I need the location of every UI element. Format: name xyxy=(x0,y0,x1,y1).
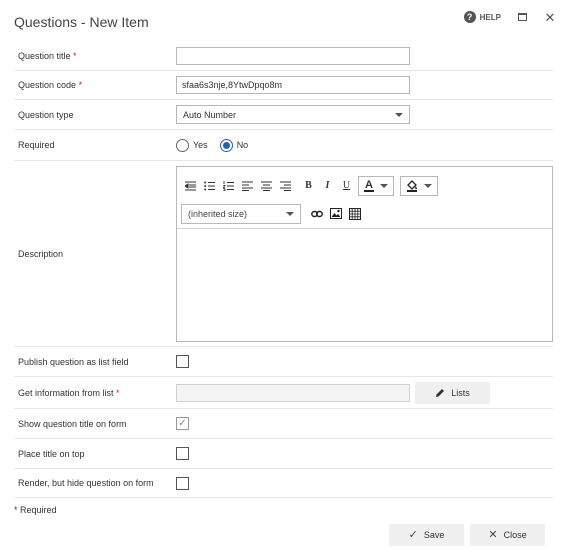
save-button-label: Save xyxy=(423,530,445,540)
font-size-select[interactable]: (inherited size) xyxy=(181,203,301,224)
get-info-from-list-label: Get information from list * xyxy=(18,387,120,398)
maximize-button[interactable] xyxy=(515,10,529,24)
image-icon xyxy=(329,208,342,219)
description-editor: B I U A (inherited size) xyxy=(176,165,553,342)
lists-button[interactable]: Lists xyxy=(415,381,490,404)
lists-button-label: Lists xyxy=(451,387,470,398)
get-info-from-list-input xyxy=(176,383,410,402)
item-form: Question title * Question code * Questio… xyxy=(14,42,553,498)
font-color-button[interactable]: A xyxy=(358,175,394,196)
save-button[interactable]: ✓ Save xyxy=(389,524,464,546)
close-dialog-button[interactable]: ✕ xyxy=(543,10,557,24)
place-title-on-top-checkbox[interactable] xyxy=(176,447,189,460)
close-button[interactable]: ✕ Close xyxy=(470,524,545,546)
question-type-value: Auto Number xyxy=(183,109,237,120)
align-left-button[interactable] xyxy=(240,178,255,193)
maximize-icon xyxy=(517,13,527,21)
insert-table-button[interactable] xyxy=(347,206,362,221)
question-title-input[interactable] xyxy=(176,47,410,65)
required-mark: * xyxy=(116,387,120,398)
font-size-value: (inherited size) xyxy=(188,208,248,219)
required-yes-radio[interactable]: Yes xyxy=(176,138,208,152)
question-title-row: Question title * xyxy=(14,42,553,71)
dialog-title: Questions - New Item xyxy=(14,14,149,30)
required-note: * Required xyxy=(14,505,57,515)
required-row: Required Yes No xyxy=(14,130,553,161)
bullet-list-button[interactable] xyxy=(202,178,217,193)
description-row: Description B I U A (inherited size) xyxy=(14,161,553,347)
align-center-button[interactable] xyxy=(259,178,274,193)
required-no-label: No xyxy=(236,140,249,150)
question-code-input[interactable] xyxy=(176,76,410,94)
show-title-on-form-label: Show question title on form xyxy=(18,418,127,429)
font-color-icon: A xyxy=(364,178,374,192)
close-button-label: Close xyxy=(503,530,527,540)
description-label: Description xyxy=(18,248,64,259)
chevron-down-icon xyxy=(423,183,432,188)
pencil-icon xyxy=(436,388,445,397)
link-icon xyxy=(310,210,323,217)
publish-list-field-row: Publish question as list field xyxy=(14,347,553,377)
required-mark: * xyxy=(73,51,77,61)
new-item-dialog: Questions - New Item ? HELP ✕ Question t… xyxy=(0,0,569,551)
question-code-label: Question code * xyxy=(18,80,83,90)
check-icon: ✓ xyxy=(178,417,187,429)
question-code-row: Question code * xyxy=(14,71,553,100)
close-icon: ✕ xyxy=(544,9,556,25)
align-left-icon xyxy=(242,181,253,191)
dialog-top-actions: ? HELP ✕ xyxy=(463,10,557,24)
close-icon: ✕ xyxy=(488,528,498,541)
required-radio-group: Yes No xyxy=(176,138,249,152)
render-hide-row: Render, but hide question on form xyxy=(14,469,553,498)
get-info-from-list-row: Get information from list * Lists xyxy=(14,377,553,409)
required-yes-label: Yes xyxy=(193,140,208,150)
description-content-area[interactable] xyxy=(177,229,552,341)
paint-bucket-icon xyxy=(406,179,417,192)
question-type-row: Question type Auto Number xyxy=(14,100,553,130)
show-title-on-form-row: Show question title on form ✓ xyxy=(14,409,553,439)
required-label: Required xyxy=(18,140,55,150)
table-icon xyxy=(348,207,361,220)
italic-button[interactable]: I xyxy=(320,178,335,193)
align-right-button[interactable] xyxy=(278,178,293,193)
required-mark: * xyxy=(78,80,83,90)
radio-unchecked-icon xyxy=(176,138,189,152)
dialog-footer: ✓ Save ✕ Close xyxy=(389,524,545,546)
radio-checked-icon xyxy=(219,138,233,152)
bullet-list-icon xyxy=(204,181,215,190)
publish-list-field-label: Publish question as list field xyxy=(18,356,129,367)
question-type-select[interactable]: Auto Number xyxy=(176,105,410,124)
place-title-on-top-row: Place title on top xyxy=(14,439,553,469)
numbered-list-button[interactable] xyxy=(221,178,236,193)
outdent-icon xyxy=(185,181,196,190)
show-title-on-form-checkbox[interactable]: ✓ xyxy=(176,417,189,430)
insert-image-button[interactable] xyxy=(328,206,343,221)
help-label: HELP xyxy=(479,12,501,22)
render-hide-checkbox[interactable] xyxy=(176,476,189,490)
chevron-down-icon xyxy=(379,183,388,188)
align-right-icon xyxy=(280,181,291,191)
bold-button[interactable]: B xyxy=(301,178,316,193)
place-title-on-top-label: Place title on top xyxy=(18,448,85,459)
chevron-down-icon xyxy=(395,112,403,117)
chevron-down-icon xyxy=(286,211,294,216)
question-circle-icon: ? xyxy=(463,11,476,23)
render-hide-label: Render, but hide question on form xyxy=(18,478,154,488)
required-no-radio[interactable]: No xyxy=(219,138,249,152)
publish-list-field-checkbox[interactable] xyxy=(176,355,189,368)
check-icon: ✓ xyxy=(408,528,418,541)
question-type-label: Question type xyxy=(18,109,74,120)
help-button[interactable]: ? HELP xyxy=(463,11,501,23)
numbered-list-icon xyxy=(223,180,234,191)
background-color-button[interactable] xyxy=(399,175,438,196)
insert-link-button[interactable] xyxy=(309,206,324,221)
align-center-icon xyxy=(261,181,272,191)
editor-toolbar: B I U A (inherited size) xyxy=(177,167,552,229)
underline-button[interactable]: U xyxy=(339,178,354,193)
question-title-label: Question title * xyxy=(18,51,77,61)
outdent-button[interactable] xyxy=(183,178,198,193)
